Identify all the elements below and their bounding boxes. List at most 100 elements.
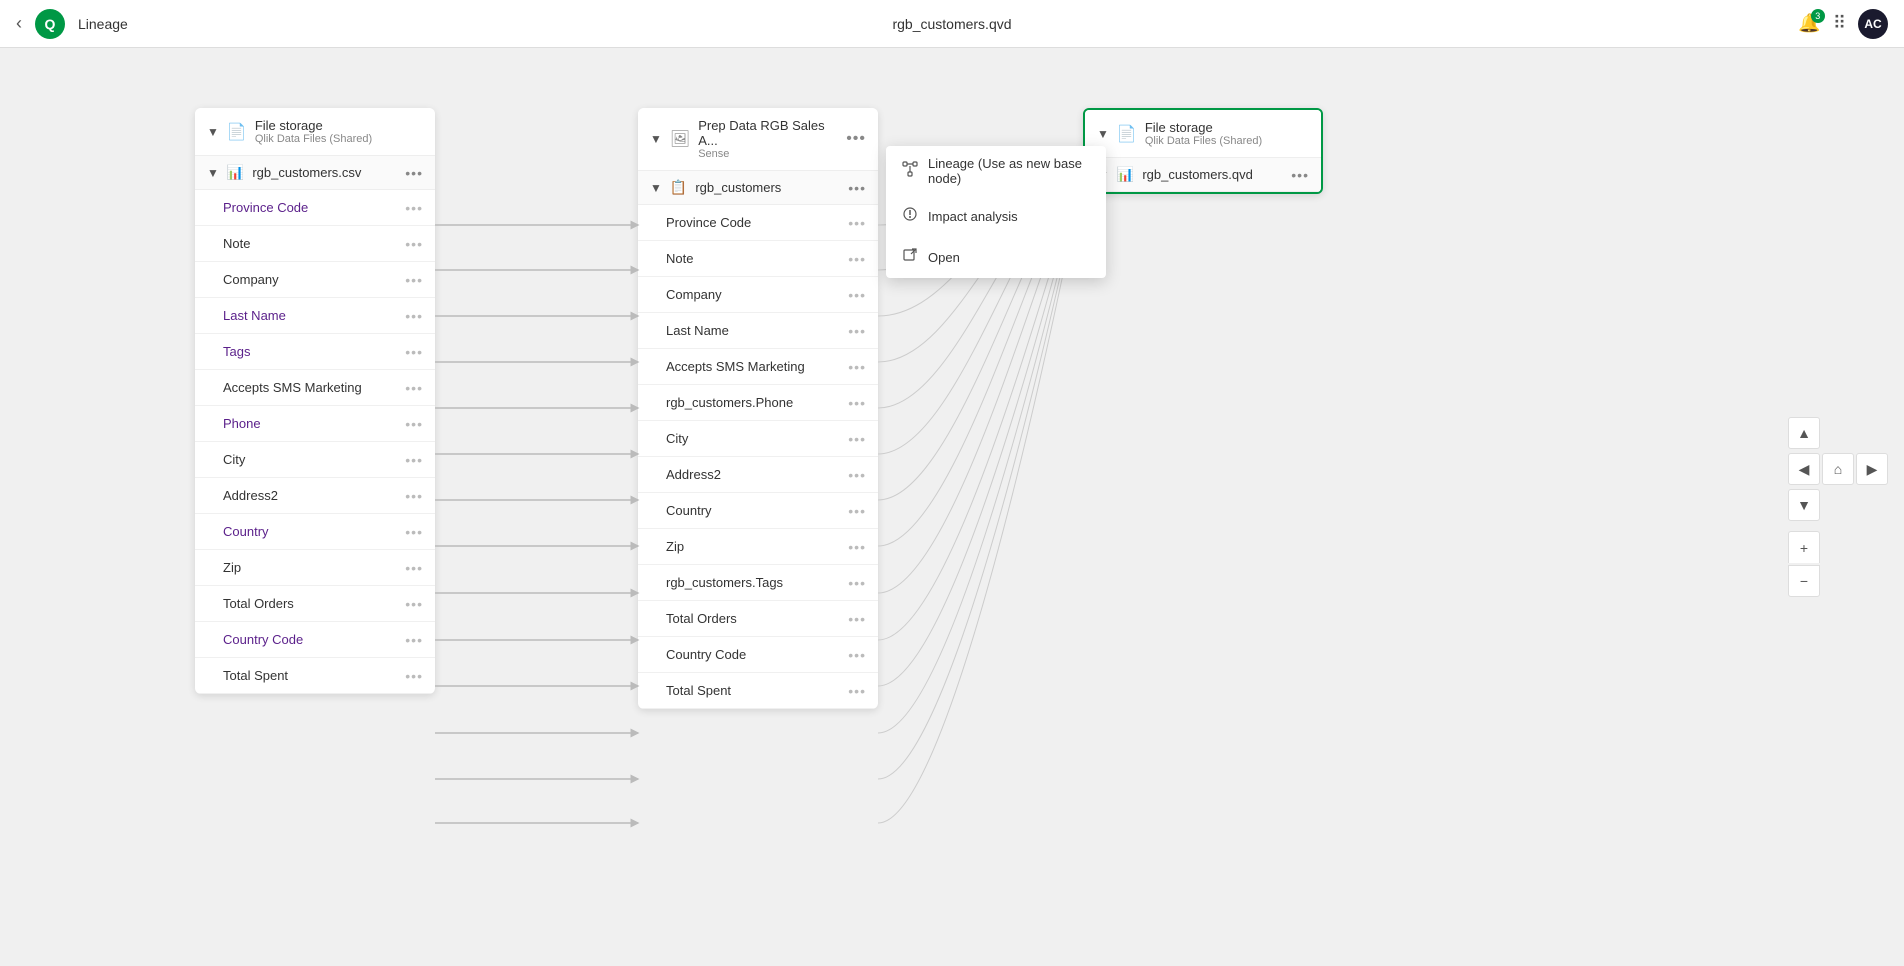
nav-left-button[interactable]: ◀ bbox=[1788, 453, 1820, 485]
field-row: Country••• bbox=[638, 493, 878, 529]
context-menu-lineage-label: Lineage (Use as new base node) bbox=[928, 156, 1090, 186]
field-name: Accepts SMS Marketing bbox=[666, 359, 848, 374]
field-name: Country bbox=[666, 503, 848, 518]
context-menu-open-label: Open bbox=[928, 250, 960, 265]
panel-left-source-chevron[interactable]: ▼ bbox=[207, 166, 219, 180]
field-name: Note bbox=[223, 236, 405, 251]
field-row: Accepts SMS Marketing••• bbox=[638, 349, 878, 385]
panel-left-source-row: ▼ 📊 rgb_customers.csv ••• bbox=[195, 156, 435, 190]
panel-mid-source-more[interactable]: ••• bbox=[848, 180, 866, 196]
field-name: Tags bbox=[223, 344, 405, 359]
panel-mid-more[interactable]: ••• bbox=[846, 130, 866, 148]
open-icon bbox=[902, 247, 918, 268]
panel-left-subtitle: Qlik Data Files (Shared) bbox=[255, 133, 423, 145]
panel-mid-subtitle: Sense bbox=[698, 148, 838, 160]
field-row: Country Code••• bbox=[638, 637, 878, 673]
field-row: Company••• bbox=[638, 277, 878, 313]
field-name: Country Code bbox=[666, 647, 848, 662]
qlik-logo-icon: Q bbox=[34, 8, 66, 40]
field-name: Company bbox=[666, 287, 848, 302]
field-name: Address2 bbox=[223, 488, 405, 503]
panel-right-subtitle: Qlik Data Files (Shared) bbox=[1145, 135, 1309, 147]
field-row: City••• bbox=[638, 421, 878, 457]
field-row: Country Code••• bbox=[195, 622, 435, 658]
panel-left-fields: Province Code••• Note••• Company••• Last… bbox=[195, 190, 435, 694]
field-name: Note bbox=[666, 251, 848, 266]
panel-left-source-name: rgb_customers.csv bbox=[252, 165, 397, 180]
panel-right-collapse[interactable]: ▼ bbox=[1097, 127, 1109, 141]
field-name: Total Spent bbox=[666, 683, 848, 698]
field-name: Country bbox=[223, 524, 405, 539]
panel-mid-header: ▼ 🖼 Prep Data RGB Sales A... Sense ••• bbox=[638, 108, 878, 171]
field-name: Phone bbox=[223, 416, 405, 431]
nav-down-button[interactable]: ▼ bbox=[1788, 489, 1820, 521]
panel-right-title: File storage bbox=[1145, 120, 1309, 135]
nav-right-button[interactable]: ▶ bbox=[1856, 453, 1888, 485]
field-row: Last Name••• bbox=[195, 298, 435, 334]
panel-left-file-icon: 📄 bbox=[227, 122, 247, 142]
field-name: Total Orders bbox=[223, 596, 405, 611]
topbar-left: ‹ Q Lineage bbox=[16, 8, 128, 40]
apps-grid-button[interactable]: ⠿ bbox=[1833, 13, 1846, 34]
panel-right-source-name: rgb_customers.qvd bbox=[1142, 167, 1283, 182]
svg-text:Q: Q bbox=[45, 16, 56, 32]
lineage-icon bbox=[902, 161, 918, 182]
field-name: Total Orders bbox=[666, 611, 848, 626]
impact-icon bbox=[902, 206, 918, 227]
nav-home-button[interactable]: ⌂ bbox=[1822, 453, 1854, 485]
field-row: Address2••• bbox=[638, 457, 878, 493]
field-name: rgb_customers.Phone bbox=[666, 395, 848, 410]
qlik-logo: Q bbox=[34, 8, 66, 40]
panel-right-file-icon: 📄 bbox=[1117, 124, 1137, 144]
field-name: Company bbox=[223, 272, 405, 287]
nav-up-button[interactable]: ▲ bbox=[1788, 417, 1820, 449]
panel-mid-source-row: ▼ 📋 rgb_customers ••• bbox=[638, 171, 878, 205]
panel-mid-collapse[interactable]: ▼ bbox=[650, 132, 662, 146]
field-name: Total Spent bbox=[223, 668, 405, 683]
field-name: City bbox=[666, 431, 848, 446]
panel-mid-source-chevron[interactable]: ▼ bbox=[650, 181, 662, 195]
field-name: Address2 bbox=[666, 467, 848, 482]
field-row: Accepts SMS Marketing••• bbox=[195, 370, 435, 406]
panel-right: ▼ 📄 File storage Qlik Data Files (Shared… bbox=[1083, 108, 1323, 194]
topbar-right: 🔔 3 ⠿ AC bbox=[1798, 9, 1888, 39]
field-row: Province Code••• bbox=[195, 190, 435, 226]
field-name: Last Name bbox=[223, 308, 405, 323]
context-menu-lineage[interactable]: Lineage (Use as new base node) bbox=[886, 146, 1106, 196]
field-name: Zip bbox=[666, 539, 848, 554]
field-name: Zip bbox=[223, 560, 405, 575]
panel-right-source-row: ▼ 📊 rgb_customers.qvd ••• bbox=[1085, 158, 1321, 192]
context-menu: Lineage (Use as new base node) Impact an… bbox=[886, 146, 1106, 278]
panel-left-title: File storage bbox=[255, 118, 423, 133]
context-menu-open[interactable]: Open bbox=[886, 237, 1106, 278]
panel-left-table-icon: 📊 bbox=[227, 164, 244, 181]
field-row: Total Orders••• bbox=[638, 601, 878, 637]
field-row: Total Orders••• bbox=[195, 586, 435, 622]
zoom-out-button[interactable]: − bbox=[1788, 565, 1820, 597]
lineage-label: Lineage bbox=[78, 16, 128, 32]
field-row: Address2••• bbox=[195, 478, 435, 514]
canvas: ▼ 📄 File storage Qlik Data Files (Shared… bbox=[0, 48, 1904, 966]
field-row: Zip••• bbox=[195, 550, 435, 586]
panel-right-source-more[interactable]: ••• bbox=[1291, 167, 1309, 183]
zoom-in-button[interactable]: + bbox=[1788, 531, 1820, 563]
field-name: Last Name bbox=[666, 323, 848, 338]
field-row: Country••• bbox=[195, 514, 435, 550]
panel-left-collapse[interactable]: ▼ bbox=[207, 125, 219, 139]
panel-left-source-more[interactable]: ••• bbox=[405, 165, 423, 181]
back-button[interactable]: ‹ bbox=[16, 13, 22, 34]
field-row: City••• bbox=[195, 442, 435, 478]
panel-mid: ▼ 🖼 Prep Data RGB Sales A... Sense ••• ▼… bbox=[638, 108, 878, 709]
field-row: Company••• bbox=[195, 262, 435, 298]
nav-controls: ▲ ◀ ⌂ ▶ ▼ + − bbox=[1788, 417, 1888, 597]
avatar[interactable]: AC bbox=[1858, 9, 1888, 39]
panel-mid-source-name: rgb_customers bbox=[695, 180, 840, 195]
field-row: Total Spent••• bbox=[195, 658, 435, 694]
topbar-title: rgb_customers.qvd bbox=[892, 16, 1011, 32]
field-row: rgb_customers.Tags••• bbox=[638, 565, 878, 601]
panel-mid-fields: Province Code••• Note••• Company••• Last… bbox=[638, 205, 878, 709]
context-menu-impact[interactable]: Impact analysis bbox=[886, 196, 1106, 237]
field-row: rgb_customers.Phone••• bbox=[638, 385, 878, 421]
panel-right-table-icon: 📊 bbox=[1117, 166, 1134, 183]
notifications-button[interactable]: 🔔 3 bbox=[1798, 13, 1820, 34]
